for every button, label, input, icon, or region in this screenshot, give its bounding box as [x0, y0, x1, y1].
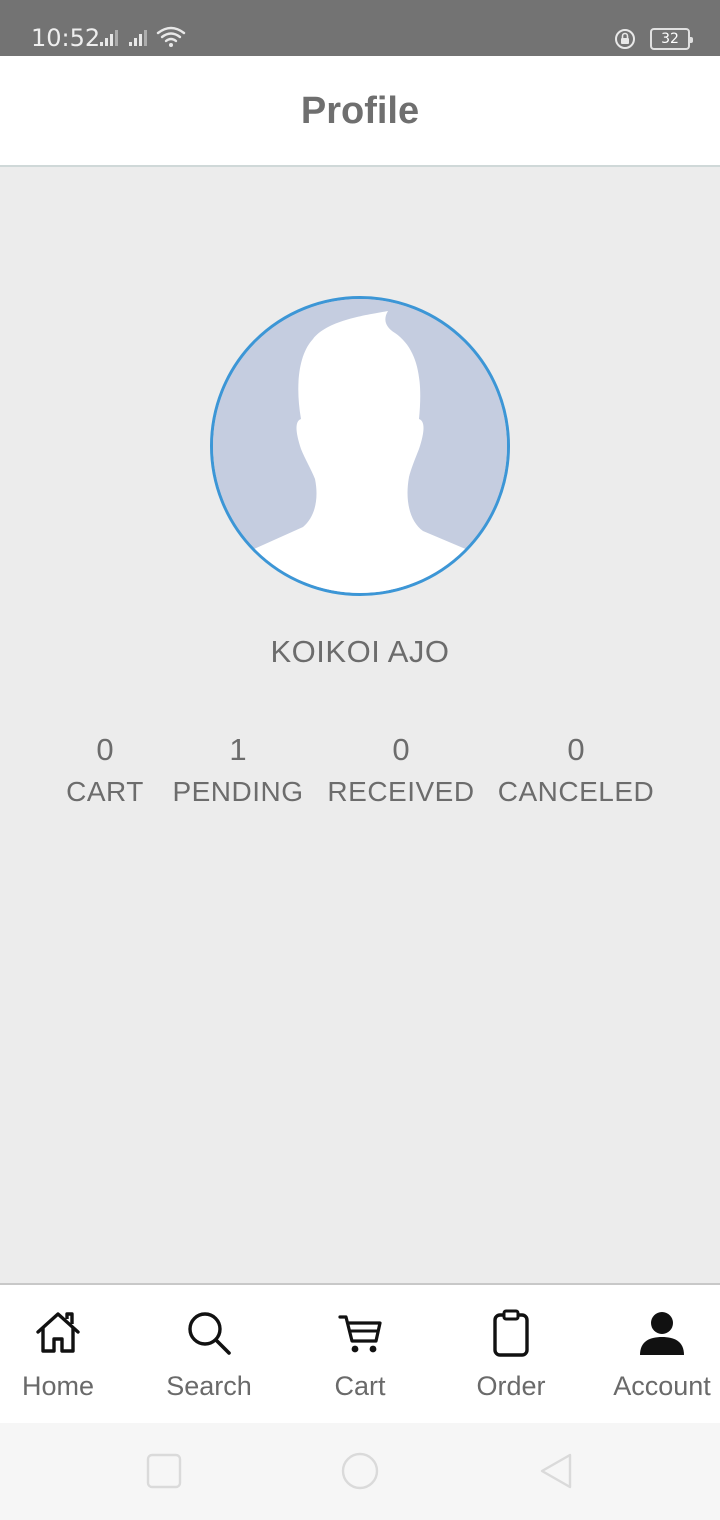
status-time: 10:52 [31, 24, 101, 52]
signal-wifi-icons [100, 26, 186, 47]
nav-home[interactable]: Home [0, 1285, 130, 1425]
search-icon [188, 1312, 231, 1355]
stat-received[interactable]: 0 RECEIVED [326, 730, 476, 814]
stat-cart-count: 0 [96, 732, 114, 767]
nav-search[interactable]: Search [137, 1285, 281, 1425]
stat-pending-label: PENDING [172, 776, 304, 807]
nav-order[interactable]: Order [439, 1285, 583, 1425]
page-title: Profile [300, 90, 420, 132]
stat-received-label: RECEIVED [327, 776, 475, 807]
nav-account-label: Account [613, 1371, 711, 1401]
bottom-nav: Home Search Cart Order Account [0, 1283, 720, 1425]
stat-pending-count: 1 [229, 732, 247, 767]
nav-cart-label: Cart [334, 1371, 386, 1401]
stat-cart-label: CART [66, 776, 144, 807]
battery-level: 32 [661, 31, 679, 47]
rotation-lock-icon [615, 29, 635, 49]
nav-search-label: Search [166, 1371, 252, 1401]
stat-canceled-count: 0 [567, 732, 585, 767]
stat-canceled[interactable]: 0 CANCELED [494, 730, 658, 814]
default-user-silhouette-icon [213, 299, 507, 593]
user-name: KOIKOI AJO [270, 634, 450, 669]
home-circle-icon[interactable] [340, 1451, 380, 1491]
recents-icon[interactable] [144, 1451, 184, 1491]
avatar[interactable] [210, 296, 510, 596]
nav-account[interactable]: Account [590, 1285, 720, 1425]
back-triangle-icon[interactable] [536, 1451, 576, 1491]
nav-home-label: Home [21, 1371, 95, 1401]
nav-cart[interactable]: Cart [288, 1285, 432, 1425]
battery-indicator: 32 [650, 28, 693, 50]
stat-canceled-label: CANCELED [497, 776, 655, 807]
system-nav-bar [0, 1423, 720, 1520]
clipboard-icon [493, 1309, 529, 1357]
app-header: Profile [0, 56, 720, 167]
account-icon [640, 1312, 684, 1355]
stat-cart[interactable]: 0 CART [55, 730, 155, 814]
status-bar: 10:52 32 [0, 0, 720, 56]
cart-icon [338, 1315, 382, 1353]
stat-pending[interactable]: 1 PENDING [168, 730, 308, 814]
stat-received-count: 0 [392, 732, 410, 767]
battery-tip [690, 37, 693, 43]
nav-order-label: Order [476, 1371, 546, 1401]
home-icon [36, 1312, 80, 1353]
status-right-icons: 32 [614, 26, 693, 52]
